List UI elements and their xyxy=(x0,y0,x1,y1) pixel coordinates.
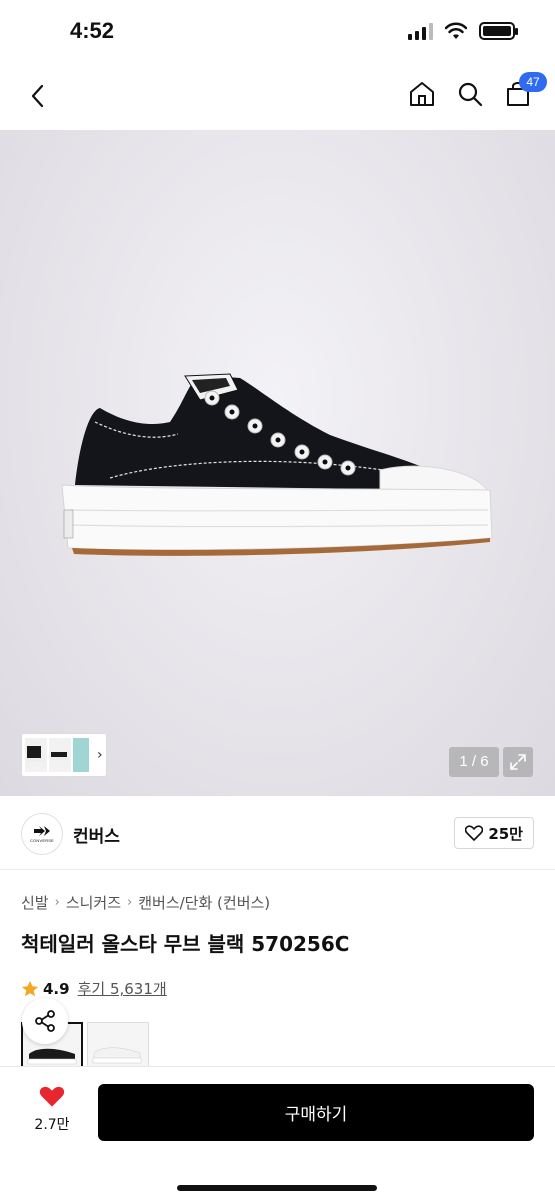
breadcrumb-item[interactable]: 스니커즈 xyxy=(66,892,121,913)
star-icon xyxy=(21,980,39,996)
breadcrumb-item[interactable]: 신발 xyxy=(21,892,49,913)
buy-button[interactable]: 구매하기 xyxy=(98,1084,534,1141)
home-icon xyxy=(410,82,434,106)
back-button[interactable] xyxy=(22,80,52,112)
thumbnail-image[interactable] xyxy=(25,738,47,772)
brand-logo-text: CONVERSE xyxy=(29,838,55,843)
thumbnail-image[interactable] xyxy=(49,738,71,772)
breadcrumb: 신발 › 스니커즈 › 캔버스/단화 (컨버스) xyxy=(21,892,270,913)
rating-score: 4.9 xyxy=(43,979,70,998)
expand-icon xyxy=(510,754,526,770)
search-button[interactable] xyxy=(455,78,485,110)
image-page-counter: 1 / 6 xyxy=(449,747,499,777)
heart-filled-icon xyxy=(39,1086,65,1107)
bottom-action-bar: 2.7만 구매하기 xyxy=(0,1066,555,1200)
converse-logo-icon xyxy=(34,826,50,836)
nav-bar: 47 xyxy=(0,64,555,130)
color-swatch-white[interactable] xyxy=(87,1022,149,1072)
status-icons xyxy=(408,22,518,40)
home-indicator[interactable] xyxy=(177,1185,377,1191)
status-time: 4:52 xyxy=(70,18,115,43)
share-icon xyxy=(35,1010,55,1032)
thumbnail-strip[interactable]: › xyxy=(21,733,107,777)
brand-row: CONVERSE 컨버스 25만 xyxy=(0,796,555,870)
battery-icon xyxy=(479,22,518,40)
chevron-left-icon xyxy=(31,84,44,108)
heart-outline-icon xyxy=(465,825,484,841)
product-image-shoe xyxy=(61,373,493,556)
share-button[interactable] xyxy=(22,998,68,1044)
chevron-right-icon: › xyxy=(54,895,60,910)
brand-like-count: 25만 xyxy=(488,824,523,843)
status-bar: 4:52 xyxy=(0,0,555,64)
product-image-gallery[interactable]: › 1 / 6 xyxy=(0,130,555,796)
nav-actions: 47 xyxy=(407,72,547,110)
chevron-right-icon: › xyxy=(127,895,133,910)
cellular-signal-icon xyxy=(408,22,433,40)
cart-button[interactable]: 47 xyxy=(503,72,547,110)
breadcrumb-item[interactable]: 캔버스/단화 (컨버스) xyxy=(138,892,270,913)
search-icon xyxy=(458,82,483,107)
rating-row: 4.9 후기 5,631개 xyxy=(21,978,167,999)
brand-name[interactable]: 컨버스 xyxy=(73,822,120,847)
wishlist-count: 2.7만 xyxy=(34,1117,70,1133)
wifi-icon xyxy=(445,22,467,39)
cart-count-badge: 47 xyxy=(519,72,547,92)
product-title: 척테일러 올스타 무브 블랙 570256C xyxy=(21,932,350,956)
thumbnail-image[interactable] xyxy=(73,738,89,772)
reviews-link[interactable]: 후기 5,631개 xyxy=(78,978,167,999)
brand-logo[interactable]: CONVERSE xyxy=(21,813,63,855)
brand-like-button[interactable]: 25만 xyxy=(454,817,534,849)
home-button[interactable] xyxy=(407,78,437,110)
expand-image-button[interactable] xyxy=(503,747,533,777)
wishlist-button[interactable]: 2.7만 xyxy=(22,1085,82,1134)
chevron-right-icon: › xyxy=(97,747,103,763)
